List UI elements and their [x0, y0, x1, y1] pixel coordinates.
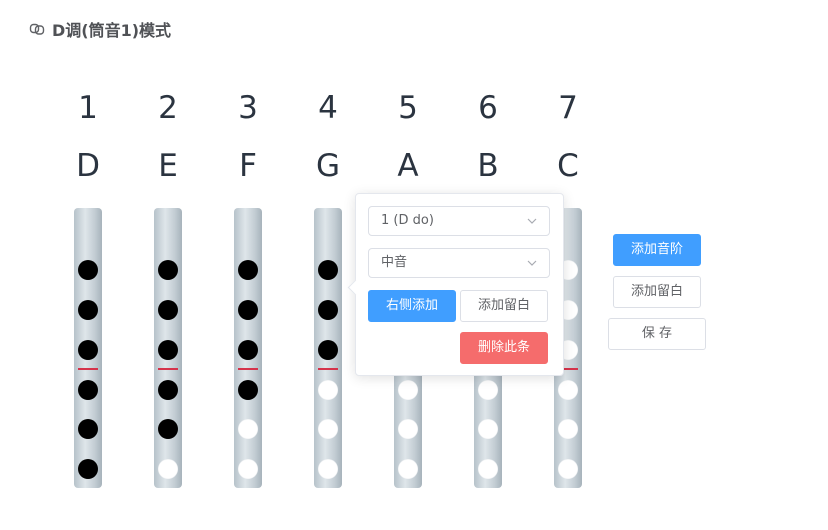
hole-closed [238, 340, 258, 360]
chevron-down-icon [527, 260, 537, 266]
hole-closed [78, 380, 98, 400]
scale-select-value: 1 (D do) [381, 213, 434, 228]
add-rest-button[interactable]: 添加留白 [613, 276, 701, 308]
hole-closed [158, 340, 178, 360]
hole-open [558, 380, 578, 400]
hole-open [558, 419, 578, 439]
hole-open [478, 380, 498, 400]
scale-select[interactable]: 1 (D do) [368, 206, 550, 236]
flute-tube [234, 208, 262, 488]
hole-open [238, 419, 258, 439]
hole-closed [158, 300, 178, 320]
note-name: F [239, 148, 257, 184]
flute-tube [314, 208, 342, 488]
link-icon [28, 20, 46, 38]
scale-degree-number: 5 [398, 90, 418, 126]
hole-closed [78, 340, 98, 360]
hole-open [478, 459, 498, 479]
register-select[interactable]: 中音 [368, 248, 550, 278]
hole-closed [78, 260, 98, 280]
hand-divider-mark [238, 368, 258, 370]
hand-divider-mark [78, 368, 98, 370]
note-name: C [557, 148, 579, 184]
chevron-down-icon [527, 218, 537, 224]
delete-button[interactable]: 删除此条 [460, 332, 548, 364]
scale-degree-number: 3 [238, 90, 258, 126]
scale-degree-number: 2 [158, 90, 178, 126]
hole-closed [158, 419, 178, 439]
scale-degree-number: 7 [558, 90, 578, 126]
page-header: D调(筒音1)模式 [28, 18, 171, 40]
hole-closed [78, 459, 98, 479]
popover-arrow [347, 279, 364, 296]
note-name: B [477, 148, 499, 184]
hole-closed [158, 260, 178, 280]
hole-closed [318, 260, 338, 280]
hole-open [238, 459, 258, 479]
scale-degree-number: 1 [78, 90, 98, 126]
scale-degree-number: 4 [318, 90, 338, 126]
hole-open [318, 419, 338, 439]
note-name: E [158, 148, 178, 184]
note-name: G [315, 148, 341, 184]
hole-open [398, 419, 418, 439]
note-name: A [397, 148, 419, 184]
flute-tube [154, 208, 182, 488]
save-button[interactable]: 保 存 [608, 318, 706, 350]
page-title: D调(筒音1)模式 [52, 21, 172, 40]
hole-closed [238, 380, 258, 400]
hand-divider-mark [158, 368, 178, 370]
note-name: D [76, 148, 100, 184]
hole-open [398, 459, 418, 479]
add-scale-button[interactable]: 添加音阶 [613, 234, 701, 266]
popover-add-rest-button[interactable]: 添加留白 [460, 290, 548, 322]
register-select-value: 中音 [381, 255, 408, 270]
hole-open [478, 419, 498, 439]
hole-closed [158, 380, 178, 400]
hole-closed [78, 300, 98, 320]
hole-closed [238, 260, 258, 280]
hole-open [558, 459, 578, 479]
hole-open [158, 459, 178, 479]
hole-open [398, 380, 418, 400]
hole-open [318, 380, 338, 400]
hole-closed [78, 419, 98, 439]
flute-tube [74, 208, 102, 488]
hole-closed [318, 300, 338, 320]
scale-degree-number: 6 [478, 90, 498, 126]
hole-closed [318, 340, 338, 360]
hole-closed [238, 300, 258, 320]
hole-open [318, 459, 338, 479]
hand-divider-mark [318, 368, 338, 370]
note-edit-popover: 1 (D do) 中音 右侧添加 添加留白 删除此条 [347, 193, 564, 376]
add-right-button[interactable]: 右侧添加 [368, 290, 456, 322]
